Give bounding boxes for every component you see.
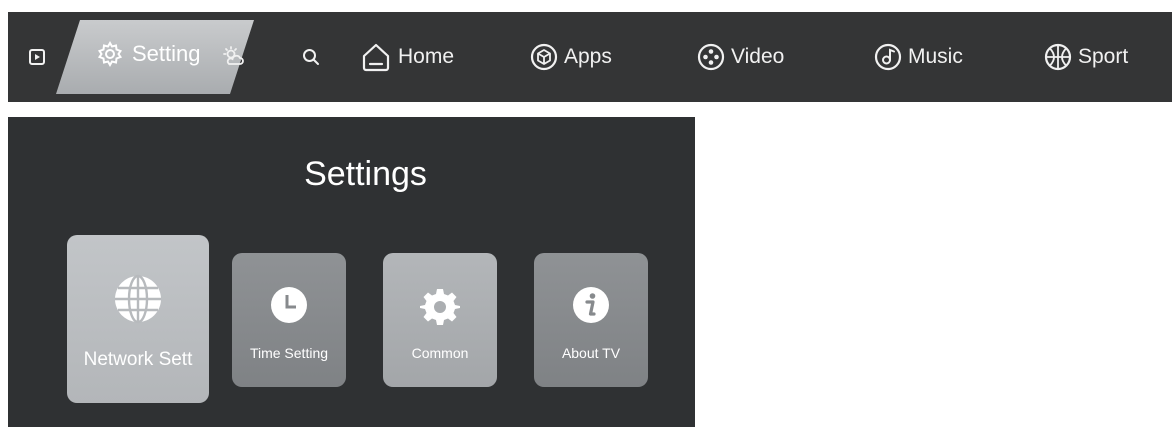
nav-sport[interactable]: Sport bbox=[1044, 12, 1128, 102]
home-icon bbox=[362, 43, 390, 72]
nav-video[interactable]: Video bbox=[697, 12, 784, 102]
tab-setting-label: Setting bbox=[132, 41, 201, 66]
search-button[interactable] bbox=[302, 12, 320, 102]
gear-icon bbox=[97, 40, 123, 68]
gear-icon bbox=[420, 289, 460, 325]
input-source-icon bbox=[29, 49, 45, 65]
settings-panel: Settings Network Sett Time Setting Commo… bbox=[8, 117, 695, 427]
tile-about-label: About TV bbox=[561, 345, 621, 361]
top-navigation-bar: Setting Home Apps Video Music Sport bbox=[8, 12, 1172, 102]
nav-apps-label: Apps bbox=[564, 45, 612, 68]
film-reel-icon bbox=[697, 43, 725, 71]
nav-music-label: Music bbox=[908, 45, 963, 68]
tile-common-label: Common bbox=[411, 345, 469, 361]
tile-about-tv[interactable]: About TV bbox=[534, 253, 648, 387]
nav-video-label: Video bbox=[731, 45, 785, 68]
clock-icon bbox=[271, 287, 307, 323]
weather-icon bbox=[223, 46, 244, 65]
info-icon bbox=[573, 287, 609, 323]
nav-apps[interactable]: Apps bbox=[530, 12, 612, 102]
cube-icon bbox=[530, 43, 558, 71]
page-title: Settings bbox=[304, 155, 427, 193]
search-icon bbox=[303, 49, 319, 65]
tile-network-label: Network Sett bbox=[83, 349, 193, 370]
input-source-button[interactable] bbox=[28, 12, 46, 102]
tile-time-label: Time Setting bbox=[249, 345, 329, 361]
weather-button[interactable] bbox=[222, 12, 246, 102]
tile-network-settings[interactable]: Network Sett bbox=[67, 235, 209, 403]
tile-time-setting[interactable]: Time Setting bbox=[232, 253, 346, 387]
tab-setting[interactable]: Setting bbox=[96, 34, 201, 74]
nav-sport-label: Sport bbox=[1078, 45, 1129, 68]
nav-home[interactable]: Home bbox=[360, 12, 454, 102]
nav-home-label: Home bbox=[398, 45, 455, 68]
ball-icon bbox=[1044, 43, 1072, 71]
music-note-icon bbox=[874, 43, 902, 71]
nav-music[interactable]: Music bbox=[874, 12, 963, 102]
tile-common[interactable]: Common bbox=[383, 253, 497, 387]
globe-icon bbox=[115, 274, 161, 324]
